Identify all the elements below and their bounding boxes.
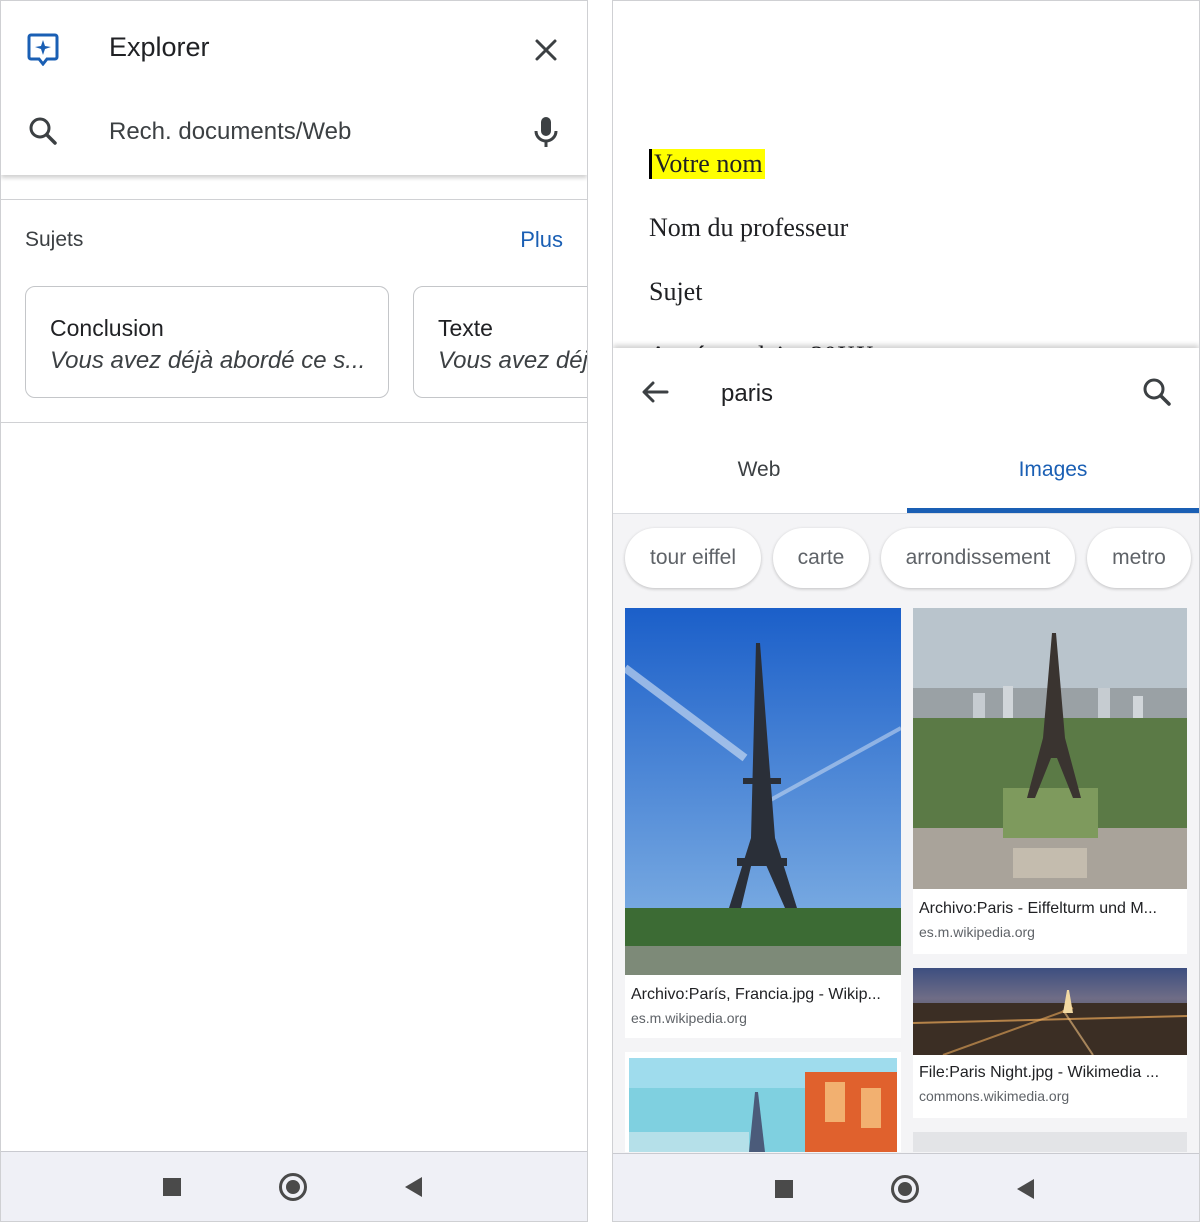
document-line-highlighted[interactable]: Votre nom (649, 149, 765, 179)
microphone-icon[interactable] (531, 114, 561, 150)
suggestion-chip[interactable]: tour eiffel (625, 528, 761, 588)
recents-button[interactable] (775, 1180, 793, 1198)
explore-title: Explorer (109, 32, 210, 62)
topic-card[interactable]: Texte Vous avez déj (413, 286, 588, 398)
back-arrow-icon[interactable] (639, 376, 671, 408)
image-result[interactable] (913, 1132, 1187, 1152)
eiffel-tower-image (625, 608, 901, 975)
result-source: es.m.wikipedia.org (919, 924, 1035, 940)
image-result[interactable] (625, 1052, 901, 1152)
paris-night-image (913, 968, 1187, 1055)
tab-images[interactable]: Images (953, 458, 1153, 482)
result-source: commons.wikimedia.org (919, 1088, 1070, 1104)
image-result[interactable]: File:Paris Night.jpg - Wikimedia ... com… (913, 968, 1187, 1118)
suggestion-chip[interactable]: metro (1087, 528, 1191, 588)
result-title: Archivo:Paris - Eiffelturm und M... (919, 900, 1157, 917)
document-canvas[interactable]: Votre nom Nom du professeur Sujet Année … (613, 1, 1199, 370)
active-tab-indicator (907, 508, 1199, 513)
close-icon[interactable] (527, 31, 565, 69)
back-button[interactable] (1017, 1179, 1034, 1199)
tab-web[interactable]: Web (659, 458, 859, 482)
suggestion-chip[interactable]: carte (773, 528, 869, 588)
result-title: Archivo:París, Francia.jpg - Wikip... (631, 986, 881, 1003)
search-screen: Votre nom Nom du professeur Sujet Année … (612, 0, 1200, 1222)
paris-painting-image (625, 1052, 901, 1152)
topic-card-subtitle: Vous avez déjà abordé ce s... (50, 347, 366, 374)
explore-header: Explorer Rech. documents/Web (1, 1, 587, 175)
topic-card[interactable]: Conclusion Vous avez déjà abordé ce s... (25, 286, 389, 398)
explore-screen: Explorer Rech. documents/Web Sujets Plus… (0, 0, 588, 1222)
search-header: paris Web Images (613, 348, 1199, 514)
result-source: es.m.wikipedia.org (631, 1010, 747, 1026)
recents-button[interactable] (163, 1178, 181, 1196)
search-icon[interactable] (1141, 376, 1173, 408)
search-icon[interactable] (27, 115, 59, 147)
home-button[interactable] (891, 1175, 919, 1203)
document-line[interactable]: Nom du professeur (649, 213, 848, 243)
system-nav-bar (1, 1151, 587, 1221)
back-button[interactable] (405, 1177, 422, 1197)
home-button[interactable] (279, 1173, 307, 1201)
topic-card-title: Texte (438, 315, 493, 341)
search-panel: paris Web Images tour eiffel carte arron… (613, 348, 1199, 1221)
suggestion-chip[interactable]: arrondissement (881, 528, 1075, 588)
image-result[interactable]: Archivo:Paris - Eiffelturm und M... es.m… (913, 608, 1187, 954)
eiffel-tower-aerial-image (913, 608, 1187, 889)
topics-label: Sujets (25, 228, 84, 251)
image-result[interactable]: Archivo:París, Francia.jpg - Wikip... es… (625, 608, 901, 1038)
topics-section: Sujets Plus Conclusion Vous avez déjà ab… (1, 199, 587, 423)
topic-card-title: Conclusion (50, 315, 164, 341)
system-nav-bar (613, 1153, 1199, 1221)
result-title: File:Paris Night.jpg - Wikimedia ... (919, 1064, 1160, 1081)
document-line[interactable]: Sujet (649, 277, 702, 307)
explore-icon (27, 33, 59, 66)
search-query[interactable]: paris (721, 380, 773, 408)
topic-card-subtitle: Vous avez déj (438, 347, 588, 374)
topics-more-link[interactable]: Plus (520, 227, 563, 253)
search-input[interactable]: Rech. documents/Web (109, 118, 351, 146)
